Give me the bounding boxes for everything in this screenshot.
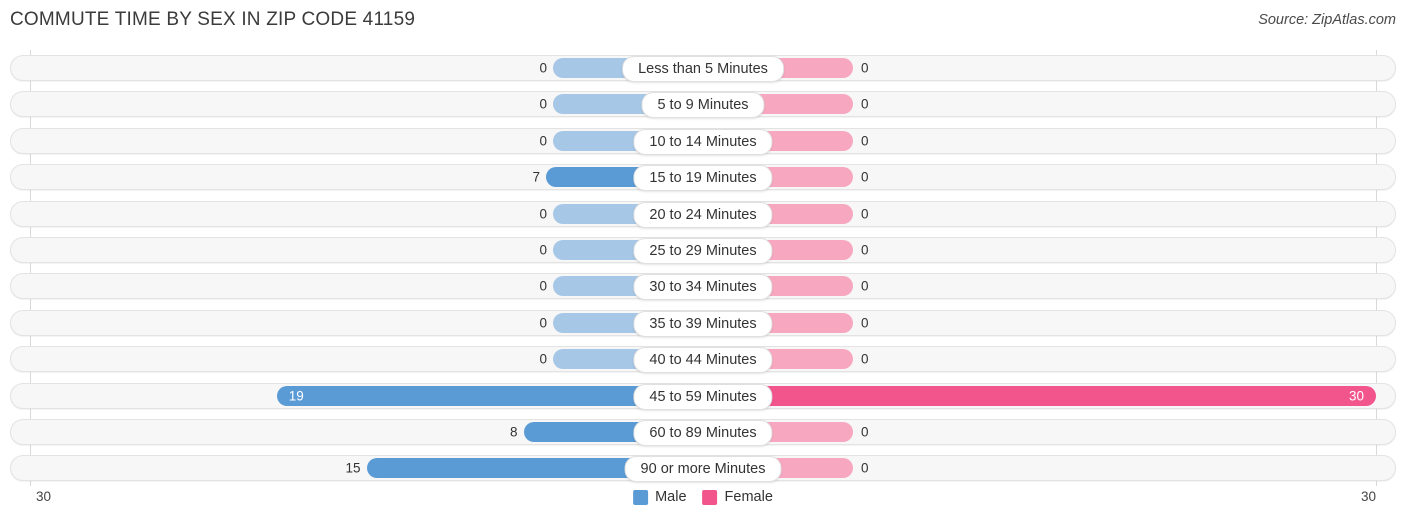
category-label-pill: 60 to 89 Minutes: [633, 420, 773, 446]
chart-row: 15 0 90 or more Minutes: [10, 455, 1396, 483]
value-label-male: 0: [539, 315, 547, 331]
bar-female[interactable]: 30: [703, 385, 1376, 406]
axis-label-right: 30: [1360, 489, 1376, 504]
chart-header: COMMUTE TIME BY SEX IN ZIP CODE 41159 So…: [0, 0, 1406, 40]
chart-row: 0 0 20 to 24 Minutes: [10, 200, 1396, 228]
value-label-male: 0: [539, 206, 547, 222]
value-label-female: 0: [861, 460, 869, 476]
chart-row: 0 0 40 to 44 Minutes: [10, 346, 1396, 374]
category-label-pill: Less than 5 Minutes: [622, 56, 784, 82]
page-title: COMMUTE TIME BY SEX IN ZIP CODE 41159: [10, 9, 416, 30]
value-label-male: 8: [510, 424, 518, 440]
value-label-male: 7: [532, 169, 540, 185]
value-label-male: 0: [539, 133, 547, 149]
axis-label-left: 30: [36, 489, 52, 504]
legend-swatch-female-icon: [702, 489, 718, 505]
value-label-female: 0: [861, 169, 869, 185]
category-label-pill: 20 to 24 Minutes: [633, 201, 773, 228]
legend-swatch-male-icon: [633, 489, 649, 505]
value-label-female: 0: [861, 315, 869, 331]
value-label-male: 0: [539, 278, 547, 294]
value-label-male: 19: [288, 388, 304, 404]
chart-legend: Male Female: [633, 489, 773, 505]
chart-row: 8 0 60 to 89 Minutes: [10, 419, 1396, 446]
chart-row: 0 0 35 to 39 Minutes: [10, 309, 1396, 337]
category-label-pill: 25 to 29 Minutes: [633, 238, 773, 264]
value-label-female: 0: [861, 96, 869, 112]
chart-row: 7 0 15 to 19 Minutes: [10, 164, 1396, 192]
chart-row: 19 30 45 to 59 Minutes: [10, 382, 1396, 410]
value-label-female: 0: [861, 424, 869, 440]
value-label-male: 15: [345, 460, 361, 476]
chart-plot-area: 0 0 Less than 5 Minutes 0 0 5 to 9 Minutes 0 0 1…: [0, 50, 1406, 486]
legend-item-female[interactable]: Female: [702, 489, 773, 505]
legend-label-female: Female: [724, 489, 773, 505]
category-label-pill: 5 to 9 Minutes: [641, 92, 765, 119]
category-label-pill: 35 to 39 Minutes: [633, 310, 773, 337]
category-label-pill: 45 to 59 Minutes: [633, 383, 773, 410]
value-label-female: 0: [861, 60, 869, 76]
category-label-pill: 90 or more Minutes: [624, 456, 782, 483]
source-attribution: Source: ZipAtlas.com: [1258, 12, 1396, 28]
chart-row: 0 0 5 to 9 Minutes: [10, 91, 1396, 119]
category-label-pill: 15 to 19 Minutes: [633, 165, 773, 192]
value-label-female: 0: [861, 278, 869, 294]
value-label-female: 30: [1348, 388, 1364, 404]
value-label-female: 0: [861, 351, 869, 367]
legend-label-male: Male: [655, 489, 687, 505]
value-label-female: 0: [861, 133, 869, 149]
value-label-male: 0: [539, 60, 547, 76]
legend-item-male[interactable]: Male: [633, 489, 687, 505]
category-label-pill: 40 to 44 Minutes: [633, 347, 773, 374]
category-label-pill: 30 to 34 Minutes: [633, 274, 773, 301]
chart-footer: 30 30 Male Female: [0, 486, 1406, 522]
value-label-male: 0: [539, 242, 547, 258]
chart-row: 0 0 25 to 29 Minutes: [10, 237, 1396, 264]
value-label-female: 0: [861, 242, 869, 258]
chart-row: 0 0 30 to 34 Minutes: [10, 273, 1396, 301]
chart-row: 0 0 Less than 5 Minutes: [10, 55, 1396, 82]
value-label-male: 0: [539, 96, 547, 112]
chart-row: 0 0 10 to 14 Minutes: [10, 127, 1396, 155]
value-label-male: 0: [539, 351, 547, 367]
category-label-pill: 10 to 14 Minutes: [633, 128, 773, 155]
value-label-female: 0: [861, 206, 869, 222]
